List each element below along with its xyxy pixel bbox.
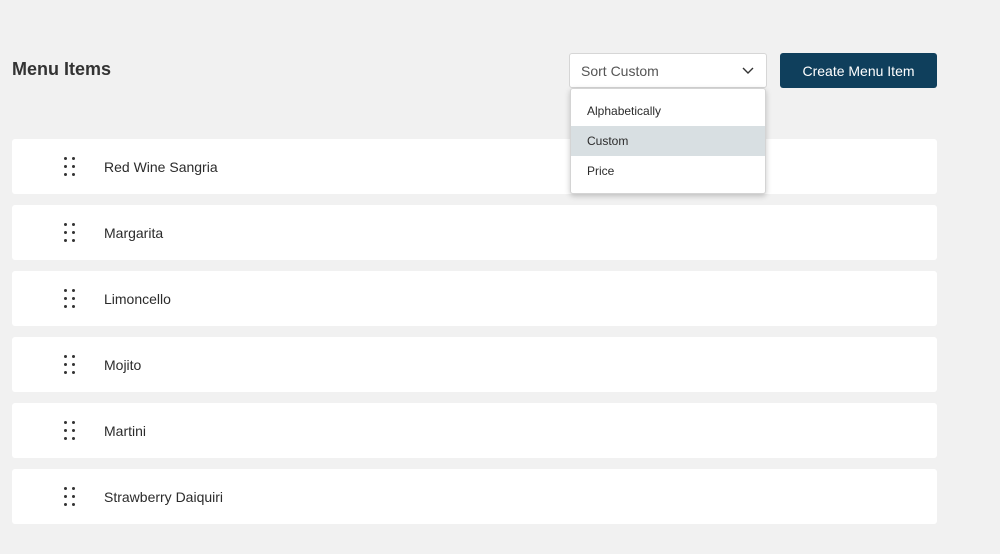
list-item[interactable]: Limoncello <box>12 271 937 326</box>
list-item[interactable]: Margarita <box>12 205 937 260</box>
sort-option-alphabetically[interactable]: Alphabetically <box>571 96 765 126</box>
list-item[interactable]: Mojito <box>12 337 937 392</box>
menu-items-page: Menu Items Sort Custom Create Menu Item … <box>0 0 1000 554</box>
list-item[interactable]: Martini <box>12 403 937 458</box>
sort-select-value: Sort Custom <box>581 62 659 79</box>
page-title: Menu Items <box>12 59 112 79</box>
list-item-label: Margarita <box>104 224 164 241</box>
drag-handle-icon[interactable] <box>64 354 78 375</box>
list-item-label: Mojito <box>104 356 142 373</box>
sort-dropdown-menu: Alphabetically Custom Price <box>570 88 766 194</box>
list-item[interactable]: Strawberry Daiquiri <box>12 469 937 524</box>
list-item-label: Red Wine Sangria <box>104 158 218 175</box>
menu-item-list: Red Wine Sangria Margarita Limoncello Mo… <box>12 139 937 535</box>
drag-handle-icon[interactable] <box>64 288 78 309</box>
list-item[interactable]: Red Wine Sangria <box>12 139 937 194</box>
drag-handle-icon[interactable] <box>64 156 78 177</box>
list-item-label: Strawberry Daiquiri <box>104 488 224 505</box>
sort-option-price[interactable]: Price <box>571 156 765 186</box>
drag-handle-icon[interactable] <box>64 420 78 441</box>
sort-select[interactable]: Sort Custom <box>569 53 767 88</box>
drag-handle-icon[interactable] <box>64 486 78 507</box>
chevron-down-icon <box>742 67 754 74</box>
drag-handle-icon[interactable] <box>64 222 78 243</box>
create-menu-item-button[interactable]: Create Menu Item <box>780 53 937 88</box>
list-item-label: Martini <box>104 422 147 439</box>
sort-option-custom[interactable]: Custom <box>571 126 765 156</box>
list-item-label: Limoncello <box>104 290 171 307</box>
